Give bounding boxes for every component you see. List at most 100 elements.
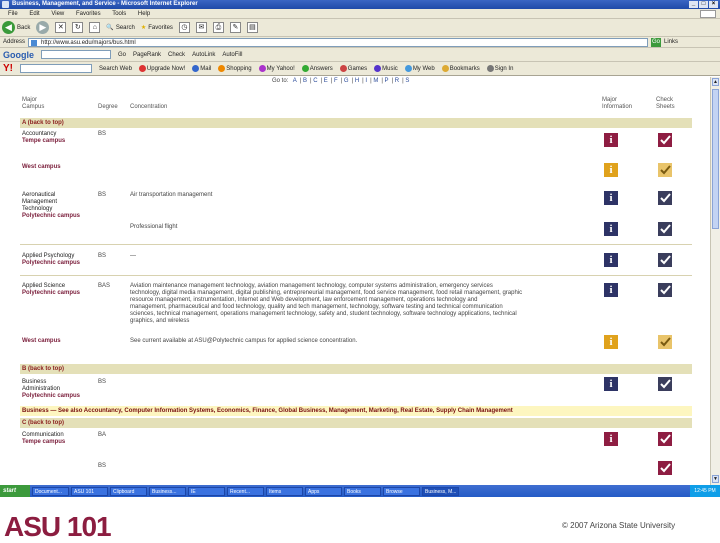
campus-polytechnic[interactable]: Polytechnic campus (22, 260, 80, 267)
info-icon[interactable]: i (604, 283, 618, 297)
alpha-link-e[interactable]: E (324, 78, 328, 84)
yahoo-my-web[interactable]: My Web (404, 64, 435, 72)
close-button[interactable]: × (709, 1, 718, 8)
info-icon[interactable]: i (604, 191, 618, 205)
alpha-link-p[interactable]: P (385, 78, 389, 84)
menu-favorites[interactable]: Favorites (76, 11, 101, 17)
checkmark-icon[interactable] (658, 191, 672, 205)
pagerank-button[interactable]: PageRank (133, 52, 161, 58)
yahoo-shopping[interactable]: Shopping (218, 64, 252, 72)
menu-help[interactable]: Help (138, 11, 150, 17)
major-accountancy[interactable]: Accountancy (22, 131, 56, 138)
alpha-link-r[interactable]: R (395, 78, 399, 84)
google-search-input[interactable] (41, 50, 111, 59)
alpha-link-g[interactable]: G (344, 78, 349, 84)
info-icon[interactable]: i (604, 335, 618, 349)
check-button[interactable]: Check (168, 52, 185, 58)
minimize-button[interactable]: _ (689, 1, 698, 8)
section-a-bar[interactable]: A (back to top) (20, 118, 692, 128)
taskbar-item[interactable]: Books (344, 486, 381, 496)
discuss-icon[interactable]: ▤ (246, 22, 258, 33)
checkmark-icon[interactable] (658, 283, 672, 297)
links-label[interactable]: Links (664, 39, 678, 45)
taskbar-item[interactable]: Document... (32, 486, 69, 496)
yahoo-games[interactable]: Games (339, 64, 367, 72)
campus-west[interactable]: West campus (22, 338, 61, 345)
yahoo-music[interactable]: Music (374, 64, 398, 72)
menu-tools[interactable]: Tools (112, 11, 126, 17)
alpha-link-s[interactable]: S (405, 78, 409, 84)
major-communication[interactable]: Communication (22, 432, 64, 439)
taskbar-item[interactable]: Recent... (227, 486, 264, 496)
major-aeronautical[interactable]: Aeronautical Management Technology (22, 192, 57, 213)
checkmark-icon[interactable] (658, 133, 672, 147)
google-go-button[interactable]: Go (118, 52, 126, 58)
campus-tempe[interactable]: Tempe campus (22, 439, 65, 446)
menu-view[interactable]: View (51, 11, 64, 17)
checkmark-icon[interactable] (658, 432, 672, 446)
menu-edit[interactable]: Edit (29, 11, 39, 17)
scroll-down-icon[interactable]: ▼ (712, 475, 719, 483)
info-icon[interactable]: i (604, 432, 618, 446)
info-icon[interactable]: i (604, 377, 618, 391)
taskbar-item[interactable]: Business... (149, 486, 186, 496)
maximize-button[interactable]: □ (699, 1, 708, 8)
alpha-link-h[interactable]: H (355, 78, 359, 84)
checkmark-icon[interactable] (658, 163, 672, 177)
stop-icon[interactable]: ✕ (55, 22, 67, 33)
info-icon[interactable]: i (604, 133, 618, 147)
major-applied-science[interactable]: Applied Science (22, 283, 65, 290)
start-button[interactable]: start (0, 485, 30, 497)
campus-polytechnic[interactable]: Polytechnic campus (22, 213, 80, 220)
mail-icon[interactable]: ✉ (195, 22, 207, 33)
checkmark-icon[interactable] (658, 461, 672, 475)
yahoo-mail[interactable]: Mail (192, 64, 211, 72)
go-button[interactable]: Go (651, 37, 662, 47)
campus-polytechnic[interactable]: Polytechnic campus (22, 393, 80, 400)
yahoo-upgrade[interactable]: Upgrade Now! (138, 64, 185, 72)
business-see-also-bar[interactable]: Business — See also Accountancy, Compute… (20, 406, 692, 416)
yahoo-search-button[interactable]: Search Web (99, 66, 132, 72)
taskbar-item[interactable]: ASU 101 (71, 486, 108, 496)
section-b-bar[interactable]: B (back to top) (20, 364, 692, 374)
print-icon[interactable]: ⎙ (212, 22, 224, 33)
scroll-up-icon[interactable]: ▲ (712, 78, 719, 86)
alpha-link-a[interactable]: A (293, 78, 297, 84)
checkmark-icon[interactable] (658, 222, 672, 236)
taskbar-item[interactable]: Browse (383, 486, 420, 496)
yahoo-bookmarks[interactable]: Bookmarks (441, 64, 480, 72)
section-c-bar[interactable]: C (back to top) (20, 418, 692, 428)
info-icon[interactable]: i (604, 222, 618, 236)
scroll-thumb[interactable] (712, 89, 719, 229)
campus-polytechnic[interactable]: Polytechnic campus (22, 290, 80, 297)
history-icon[interactable]: ◷ (178, 22, 190, 33)
taskbar-item[interactable]: Items (266, 486, 303, 496)
major-business-administration[interactable]: Business Administration (22, 379, 60, 393)
alpha-link-f[interactable]: F (334, 78, 338, 84)
campus-west[interactable]: West campus (22, 164, 61, 171)
alpha-link-b[interactable]: B (303, 78, 307, 84)
refresh-icon[interactable]: ↻ (72, 22, 84, 33)
info-icon[interactable]: i (604, 163, 618, 177)
autofill-button[interactable]: AutoFill (222, 52, 242, 58)
taskbar-item[interactable]: Clipboard (110, 486, 147, 496)
alpha-link-i[interactable]: I (365, 78, 367, 84)
address-input[interactable]: http://www.asu.edu/majors/bus.html (28, 37, 649, 47)
checkmark-icon[interactable] (658, 377, 672, 391)
taskbar-item[interactable]: Apps (305, 486, 342, 496)
checkmark-icon[interactable] (658, 335, 672, 349)
yahoo-answers[interactable]: Answers (301, 64, 333, 72)
vertical-scrollbar[interactable]: ▲ ▼ (710, 77, 720, 485)
major-applied-psychology[interactable]: Applied Psychology (22, 253, 74, 260)
menu-file[interactable]: File (8, 11, 18, 17)
yahoo-search-input[interactable] (20, 64, 92, 73)
alpha-link-m[interactable]: M (373, 78, 378, 84)
forward-arrow-icon[interactable]: ▶ (36, 21, 50, 34)
checkmark-icon[interactable] (658, 253, 672, 267)
info-icon[interactable]: i (604, 253, 618, 267)
alpha-link-c[interactable]: C (313, 78, 317, 84)
yahoo-sign-in[interactable]: Sign In (486, 64, 513, 72)
campus-tempe[interactable]: Tempe campus (22, 138, 65, 145)
favorites-button[interactable]: ★ Favorites (141, 24, 173, 32)
back-button[interactable]: ◀ Back (2, 21, 30, 34)
